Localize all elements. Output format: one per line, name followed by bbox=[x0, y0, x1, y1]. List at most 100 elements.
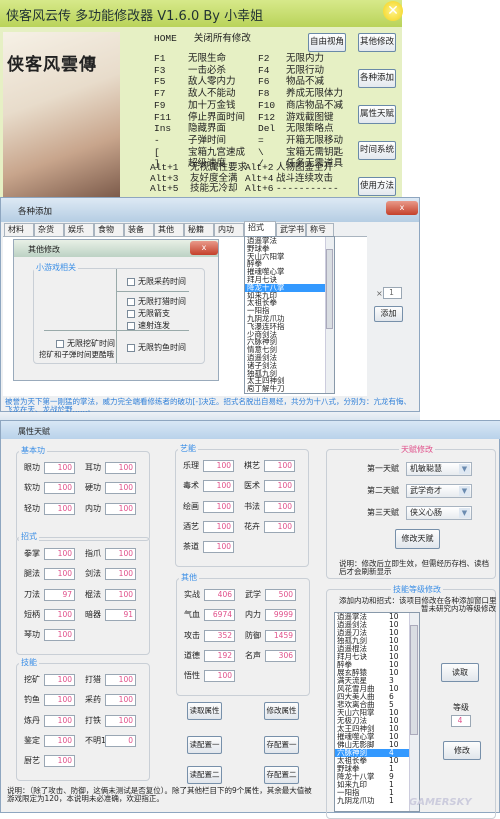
field-input[interactable]: 100 bbox=[203, 520, 234, 533]
close-button[interactable]: x bbox=[190, 241, 218, 255]
field-input[interactable]: 100 bbox=[44, 714, 75, 727]
chevron-down-icon[interactable]: ▼ bbox=[459, 464, 470, 474]
scrollbar-thumb[interactable] bbox=[410, 625, 418, 735]
field-input[interactable]: 0 bbox=[105, 734, 136, 747]
tab-0[interactable]: 材料 bbox=[4, 223, 34, 236]
checkbox-3[interactable]: 速射连发 bbox=[127, 320, 170, 332]
list-item[interactable]: 九阴龙爪功 1 bbox=[335, 797, 410, 805]
field-input[interactable]: 100 bbox=[44, 568, 75, 581]
field-input[interactable]: 100 bbox=[105, 568, 136, 581]
tab-7[interactable]: 内功 bbox=[214, 223, 244, 236]
field-input[interactable]: 192 bbox=[204, 649, 235, 662]
checkbox-box[interactable] bbox=[127, 343, 135, 352]
checkbox-box[interactable] bbox=[56, 339, 64, 348]
mining-note: 挖矿和子弹时间更酷哦 bbox=[39, 350, 114, 359]
field-input[interactable]: 500 bbox=[265, 589, 296, 601]
hotkey-key: [ bbox=[154, 146, 160, 158]
field-input[interactable]: 100 bbox=[264, 480, 295, 493]
chevron-down-icon[interactable]: ▼ bbox=[459, 508, 470, 518]
checkbox-0[interactable]: 无限采药时间 bbox=[127, 276, 186, 288]
field-input[interactable]: 352 bbox=[204, 629, 235, 642]
tab-10[interactable]: 称号 bbox=[306, 223, 334, 236]
field-input[interactable]: 100 bbox=[105, 694, 136, 707]
field-input[interactable]: 6974 bbox=[204, 609, 235, 622]
skill-level-list[interactable]: 逍遥掌法 10 逍遥剑法 10 逍遥刀法 10 独孤九剑 10 逍遥棍法 10 拜月七诀 10 醉拳 10… bbox=[334, 612, 420, 812]
checkbox-2[interactable]: 无限箭支 bbox=[127, 308, 170, 320]
field-input[interactable]: 100 bbox=[44, 608, 75, 621]
attr-button-2[interactable]: 读配置一 bbox=[187, 736, 222, 754]
field-input[interactable]: 100 bbox=[105, 482, 136, 495]
field-input[interactable]: 100 bbox=[44, 629, 75, 642]
field-input[interactable]: 100 bbox=[204, 670, 235, 683]
field-input[interactable]: 1459 bbox=[265, 629, 296, 642]
field-input[interactable]: 100 bbox=[44, 674, 75, 686]
talent-select[interactable]: 侠义心肠 ▼ bbox=[406, 506, 472, 520]
close-button[interactable]: x bbox=[386, 201, 418, 215]
add-button[interactable]: 添加 bbox=[374, 306, 403, 322]
checkbox-box[interactable] bbox=[127, 309, 135, 318]
side-button[interactable]: 时间系统 bbox=[358, 141, 396, 160]
field-input[interactable]: 100 bbox=[44, 694, 75, 707]
field-input[interactable]: 100 bbox=[105, 588, 136, 601]
field-input[interactable]: 100 bbox=[44, 734, 75, 747]
side-button[interactable]: 各种添加 bbox=[358, 69, 396, 88]
tab-1[interactable]: 杂货 bbox=[34, 223, 64, 236]
field-input[interactable]: 100 bbox=[44, 462, 75, 474]
field-input[interactable]: 100 bbox=[264, 460, 295, 472]
talent-select[interactable]: 武学奇才 ▼ bbox=[406, 484, 472, 498]
chevron-down-icon[interactable]: ▼ bbox=[459, 486, 470, 496]
skill-list[interactable]: 逍遥掌法 野球拳 天山六阳掌 醉拳 摧魂噬心掌 拜月七诀 降龙十八掌 如来九印 太祖长拳 一阳指九… bbox=[244, 236, 335, 394]
scrollbar-thumb[interactable] bbox=[326, 249, 333, 329]
field-input[interactable]: 100 bbox=[203, 460, 234, 472]
field-input[interactable]: 9999 bbox=[265, 609, 296, 622]
checkbox-5[interactable]: 无限钓鱼时间 bbox=[127, 342, 186, 354]
side-button[interactable]: 其他修改 bbox=[358, 33, 396, 52]
field-input[interactable]: 100 bbox=[105, 462, 136, 474]
field-input[interactable]: 100 bbox=[105, 548, 136, 560]
tab-6[interactable]: 秘籍 bbox=[184, 223, 214, 236]
tab-5[interactable]: 其他 bbox=[154, 223, 184, 236]
checkbox-box[interactable] bbox=[127, 297, 135, 306]
field-input[interactable]: 100 bbox=[264, 500, 295, 513]
tab-8[interactable]: 招式 bbox=[244, 221, 276, 236]
attr-button-4[interactable]: 读配置二 bbox=[187, 766, 222, 784]
attr-button-0[interactable]: 读取属性 bbox=[187, 702, 222, 720]
attr-button-1[interactable]: 修改属性 bbox=[264, 702, 299, 720]
checkbox-box[interactable] bbox=[127, 321, 135, 330]
checkbox-1[interactable]: 无限打猎时间 bbox=[127, 296, 186, 308]
field-input[interactable]: 100 bbox=[264, 520, 295, 533]
side-button[interactable]: 使用方法 bbox=[358, 177, 396, 196]
field-input[interactable]: 406 bbox=[204, 589, 235, 601]
field-input[interactable]: 100 bbox=[44, 548, 75, 560]
field-input[interactable]: 100 bbox=[44, 755, 75, 768]
list-item[interactable]: 庖丁解牛刀 bbox=[245, 385, 334, 393]
field-input[interactable]: 100 bbox=[203, 500, 234, 513]
tab-4[interactable]: 装备 bbox=[124, 223, 154, 236]
checkbox-box[interactable] bbox=[127, 277, 135, 286]
side-button[interactable]: 属性天赋 bbox=[358, 105, 396, 124]
field-input[interactable]: 97 bbox=[44, 588, 75, 601]
field-input[interactable]: 100 bbox=[203, 541, 234, 554]
field-input[interactable]: 100 bbox=[105, 674, 136, 686]
modify-button[interactable]: 修改 bbox=[443, 741, 481, 760]
tab-3[interactable]: 食物 bbox=[94, 223, 124, 236]
talent-select[interactable]: 机敏聪慧 ▼ bbox=[406, 462, 472, 476]
field-input[interactable]: 100 bbox=[105, 714, 136, 727]
free-view-button[interactable]: 自由视角 bbox=[308, 33, 346, 52]
field-input[interactable]: 100 bbox=[203, 480, 234, 493]
field-input[interactable]: 306 bbox=[265, 649, 296, 662]
level-input[interactable]: 4 bbox=[451, 715, 471, 727]
attr-button-5[interactable]: 存配置二 bbox=[264, 766, 299, 784]
read-button[interactable]: 读取 bbox=[441, 663, 479, 682]
tab-2[interactable]: 娱乐 bbox=[64, 223, 94, 236]
modify-talent-button[interactable]: 修改天赋 bbox=[395, 529, 440, 549]
close-icon[interactable]: ✕ bbox=[383, 1, 403, 21]
tab-9[interactable]: 武学书 bbox=[276, 223, 306, 236]
qty-input[interactable]: 1 bbox=[383, 287, 402, 299]
field-input[interactable]: 100 bbox=[44, 502, 75, 515]
field-input[interactable]: 100 bbox=[105, 502, 136, 515]
checkbox-4[interactable]: 无限挖矿时间 bbox=[56, 338, 115, 350]
field-input[interactable]: 91 bbox=[105, 608, 136, 621]
field-input[interactable]: 100 bbox=[44, 482, 75, 495]
attr-button-3[interactable]: 存配置一 bbox=[264, 736, 299, 754]
